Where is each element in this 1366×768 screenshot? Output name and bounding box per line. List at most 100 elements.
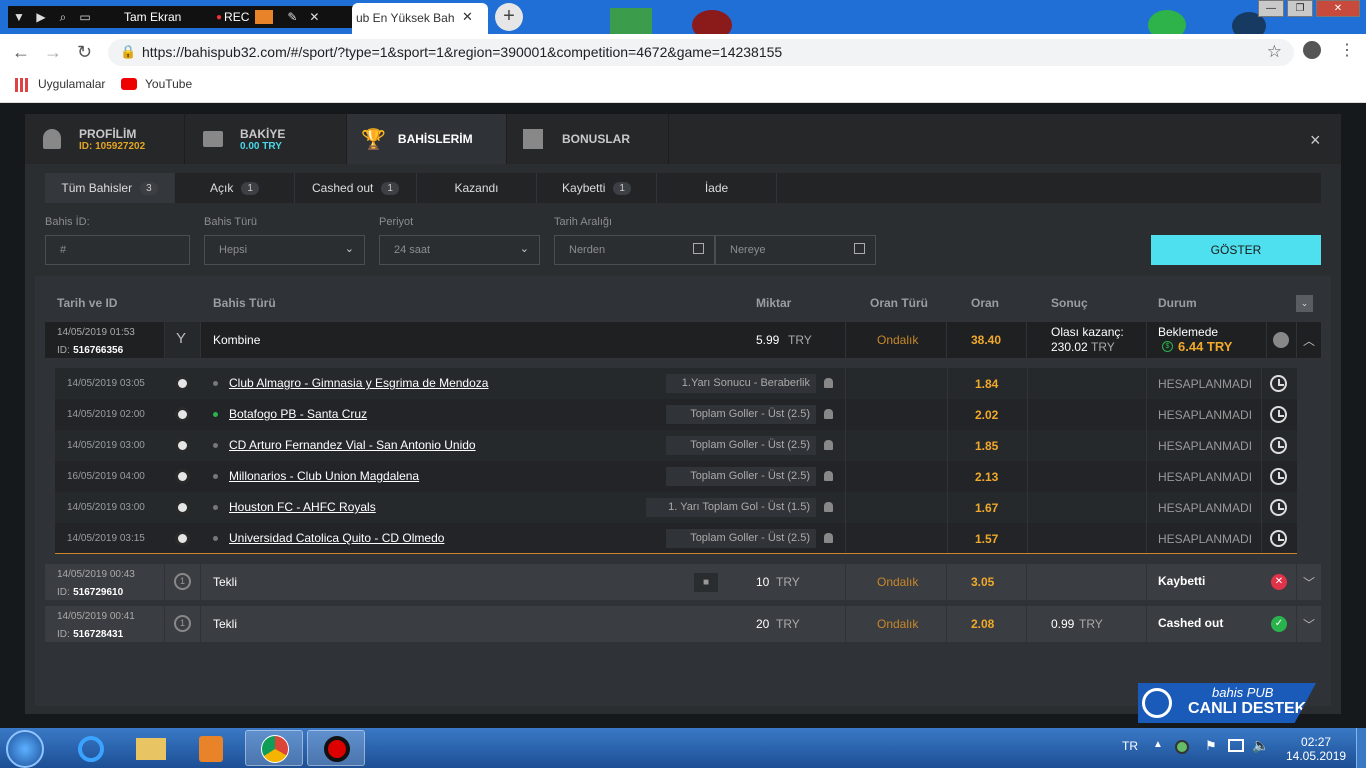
tab-bonuses-label: BONUSLAR (562, 132, 630, 146)
match-link[interactable]: Houston FC - AHFC Royals (229, 500, 376, 514)
bet-row-combo[interactable]: 14/05/2019 01:53 ID: 516766356 Y Kombine… (45, 322, 1321, 358)
apps-grid-icon (15, 78, 29, 92)
bet-status: Beklemede (1158, 325, 1219, 339)
star-icon[interactable]: ☆ (1267, 42, 1282, 62)
fork-icon: Y (176, 330, 187, 347)
tab-bonuses[interactable]: BONUSLAR (507, 114, 669, 164)
selection-odds: 1.57 (975, 532, 999, 546)
bookmark-apps[interactable]: Uygulamalar (38, 77, 105, 91)
internet-explorer-icon[interactable] (62, 730, 120, 766)
flag-icon[interactable]: ⚑ (1205, 738, 1217, 754)
pending-icon (1273, 332, 1289, 348)
bet-type-select[interactable]: Hepsi ⌄ (204, 235, 365, 265)
wallet-icon (203, 131, 223, 147)
start-button[interactable] (6, 730, 44, 768)
odds-type-cell: Ondalık (846, 564, 947, 600)
tray-clock[interactable]: 02:27 14.05.2019 (1286, 735, 1346, 763)
reload-icon[interactable]: ↻ (77, 42, 92, 63)
bet-row-single[interactable]: 14/05/2019 00:41 ID: 516728431 1 Tekli 2… (45, 606, 1321, 642)
status-dot (213, 443, 218, 448)
chevron-down-icon[interactable]: ﹀ (1303, 616, 1315, 633)
pen-icon[interactable]: ✎ (281, 10, 303, 24)
tray-expand-icon[interactable]: ▲ (1153, 739, 1163, 750)
selection-date: 14/05/2019 03:15 (67, 533, 145, 544)
combo-icon-cell: Y (165, 322, 201, 358)
live-support-button[interactable]: bahis PUB CANLI DESTEK (1138, 683, 1316, 723)
divider (845, 399, 846, 430)
result-currency: TRY (1079, 617, 1103, 631)
match-link[interactable]: Botafogo PB - Santa Cruz (229, 407, 367, 421)
date-from-input[interactable]: Nerden (554, 235, 715, 265)
filter-tab-won[interactable]: Kazandı (417, 173, 537, 203)
forward-arrow-icon[interactable]: → (44, 42, 62, 63)
bet-id-input[interactable]: # (45, 235, 190, 265)
bet-date: 14/05/2019 00:41 (57, 611, 135, 622)
status-dot (213, 536, 218, 541)
collapse-all-button[interactable]: ⌄ (1296, 295, 1313, 312)
match-link[interactable]: Universidad Catolica Quito - CD Olmedo (229, 531, 444, 545)
new-tab-button[interactable]: + (495, 3, 523, 31)
filter-tab-refund[interactable]: İade (657, 173, 777, 203)
filter-tab-open[interactable]: Açık 1 (175, 173, 295, 203)
bet-row-single[interactable]: 14/05/2019 00:43 ID: 516729610 1 Tekli ■… (45, 564, 1321, 600)
bet-id: 516729610 (73, 587, 124, 598)
close-icon[interactable]: × (1310, 130, 1321, 151)
window-icon[interactable]: ▭ (74, 10, 96, 24)
tab-balance-label: BAKİYE (240, 126, 286, 141)
minimize-button[interactable]: — (1258, 0, 1284, 17)
bet-id-line: ID: 516728431 (57, 626, 123, 640)
zoom-icon[interactable]: ⌕ (52, 10, 74, 25)
cashout-button[interactable]: 6.44 TRY (1178, 339, 1232, 354)
language-indicator[interactable]: TR (1122, 739, 1138, 753)
close-icon[interactable]: ✕ (303, 10, 325, 24)
media-player-icon[interactable] (182, 730, 240, 766)
bookmark-youtube[interactable]: YouTube (145, 77, 192, 91)
period-select[interactable]: 24 saat ⌄ (379, 235, 540, 265)
filter-tab-lost[interactable]: Kaybetti 1 (537, 173, 657, 203)
menu-dots-icon[interactable]: ⋮ (1339, 40, 1355, 60)
close-window-button[interactable]: ✕ (1316, 0, 1360, 17)
single-icon-cell: 1 (165, 564, 201, 600)
match-link[interactable]: CD Arturo Fernandez Vial - San Antonio U… (229, 438, 476, 452)
tab-my-bets[interactable]: 🏆 BAHİSLERİM (347, 114, 507, 164)
url-input[interactable]: 🔒 https://bahispub32.com/#/sport/?type=1… (108, 39, 1294, 66)
maximize-button[interactable]: ❐ (1287, 0, 1313, 17)
header-bet-type: Bahis Türü (213, 296, 276, 310)
recorder-app-icon[interactable] (307, 730, 365, 766)
account-icon[interactable] (1303, 41, 1321, 59)
tab-close-icon[interactable]: ✕ (462, 9, 473, 25)
chevron-down-icon[interactable]: ﹀ (1303, 574, 1315, 591)
filter-tab-cashed-out[interactable]: Cashed out 1 (295, 173, 417, 203)
chevron-down-icon[interactable]: ▼ (8, 10, 30, 24)
market-label: Toplam Goller - Üst (2.5) (666, 529, 816, 548)
calendar-icon[interactable] (854, 243, 865, 254)
bookmarks-bar: Uygulamalar YouTube (0, 70, 1366, 103)
calendar-icon[interactable] (693, 243, 704, 254)
play-icon[interactable]: ▶ (30, 10, 52, 24)
tab-balance[interactable]: BAKİYE 0.00 TRY (185, 114, 347, 164)
chrome-icon[interactable] (245, 730, 303, 766)
volume-icon[interactable]: 🔈 (1252, 737, 1269, 754)
filter-tab-all[interactable]: Tüm Bahisler 3 (45, 173, 175, 203)
match-link[interactable]: Millonarios - Club Union Magdalena (229, 469, 419, 483)
tab-profile[interactable]: PROFİLİM ID: 105927202 (25, 114, 185, 164)
back-arrow-icon[interactable]: ← (12, 42, 30, 63)
date-to-input[interactable]: Nereye (715, 235, 876, 265)
show-button[interactable]: GÖSTER (1151, 235, 1321, 265)
match-link[interactable]: Club Almagro - Gimnasia y Esgrima de Men… (229, 376, 488, 390)
camera-icon[interactable] (255, 10, 274, 24)
chevron-up-icon[interactable]: ︿ (1303, 332, 1315, 349)
lock-icon (824, 502, 833, 512)
amount-cell: 20 TRY (732, 606, 846, 642)
network-icon[interactable] (1228, 739, 1244, 752)
clock-time: 02:27 (1301, 735, 1332, 749)
show-desktop-button[interactable] (1356, 728, 1366, 768)
file-explorer-icon[interactable] (122, 730, 180, 766)
selection-status: HESAPLANMADI (1158, 501, 1253, 515)
filter-tab-label: Açık (210, 181, 234, 195)
selection-row: 14/05/2019 03:00 CD Arturo Fernandez Via… (55, 430, 1297, 461)
result-cell: 0.99 TRY (1027, 606, 1147, 642)
divider (1027, 492, 1028, 523)
tray-app-icon[interactable] (1175, 740, 1189, 754)
result-cell: Olası kazanç: 230.02 TRY (1027, 322, 1147, 358)
